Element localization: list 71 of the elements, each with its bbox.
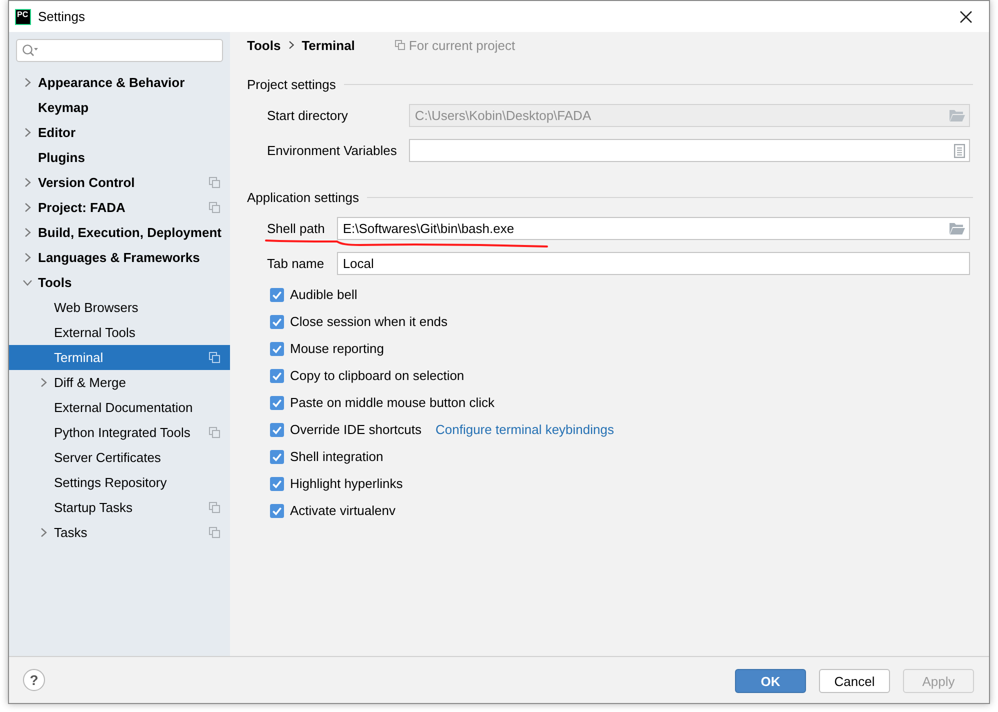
- chevron-right-icon[interactable]: [24, 203, 30, 212]
- checkbox-label[interactable]: Close session when it ends: [290, 314, 448, 329]
- chevron-right-icon[interactable]: [24, 78, 30, 87]
- chevron-down-icon[interactable]: [23, 280, 32, 286]
- text-field[interactable]: Local: [336, 252, 970, 275]
- checkbox[interactable]: [270, 314, 284, 328]
- breadcrumb-item: Tools: [247, 38, 281, 52]
- chevron-right-icon[interactable]: [40, 378, 46, 387]
- tree-item[interactable]: Appearance & Behavior: [9, 70, 230, 95]
- chevron-right-icon[interactable]: [24, 128, 30, 137]
- tree-item[interactable]: Startup Tasks: [9, 495, 230, 520]
- chevron-right-icon[interactable]: [24, 253, 30, 262]
- tree-item[interactable]: Keymap: [9, 95, 230, 120]
- field-label: Start directory: [267, 108, 349, 123]
- checkbox[interactable]: [270, 396, 284, 410]
- tree-item[interactable]: Build, Execution, Deployment: [9, 220, 230, 245]
- checkbox[interactable]: [270, 342, 284, 356]
- section-title: Application settings: [247, 190, 360, 204]
- search-icon: [22, 44, 38, 57]
- field-label: Shell path: [267, 221, 325, 236]
- tree-item[interactable]: Languages & Frameworks: [9, 245, 230, 270]
- checkbox-label[interactable]: Override IDE shortcuts: [290, 422, 422, 437]
- tree-item[interactable]: Terminal: [9, 345, 230, 370]
- close-icon[interactable]: [960, 10, 972, 22]
- checkbox-label[interactable]: Paste on middle mouse button click: [290, 395, 494, 410]
- text-field[interactable]: [408, 139, 970, 162]
- chevron-right-icon: [288, 41, 294, 49]
- breadcrumb-item: Terminal: [302, 38, 355, 52]
- tree-item[interactable]: Python Integrated Tools: [9, 420, 230, 445]
- tree-item[interactable]: Settings Repository: [9, 470, 230, 495]
- chevron-right-icon[interactable]: [40, 528, 46, 537]
- checkbox-label[interactable]: Highlight hyperlinks: [290, 476, 403, 491]
- checkbox[interactable]: [270, 288, 284, 302]
- chevron-right-icon[interactable]: [24, 178, 30, 187]
- checkbox[interactable]: [270, 368, 284, 382]
- search-field[interactable]: [16, 39, 223, 62]
- field-label: Environment Variables: [267, 143, 397, 158]
- help-button[interactable]: ?: [23, 669, 45, 691]
- scope-note: For current project: [408, 38, 516, 52]
- tree-item[interactable]: Project: FADA: [9, 195, 230, 220]
- checkbox[interactable]: [270, 450, 284, 464]
- checkbox-label[interactable]: Audible bell: [290, 287, 358, 302]
- copy-icon: [394, 40, 405, 50]
- chevron-right-icon[interactable]: [24, 228, 30, 237]
- checkbox[interactable]: [270, 422, 284, 436]
- document-icon[interactable]: [954, 144, 965, 158]
- tree-item[interactable]: Tasks: [9, 520, 230, 545]
- tree-item[interactable]: Diff & Merge: [9, 370, 230, 395]
- tree-item[interactable]: Editor: [9, 120, 230, 145]
- tree-item[interactable]: Server Certificates: [9, 445, 230, 470]
- tree-item[interactable]: Web Browsers: [9, 295, 230, 320]
- checkbox-label[interactable]: Copy to clipboard on selection: [290, 368, 464, 383]
- tree-item[interactable]: Version Control: [9, 170, 230, 195]
- checkbox-label[interactable]: Shell integration: [290, 449, 384, 464]
- primary-button[interactable]: OK: [735, 669, 806, 693]
- checkbox[interactable]: [270, 504, 284, 518]
- section-title: Project settings: [247, 76, 336, 92]
- keybindings-link[interactable]: Configure terminal keybindings: [436, 422, 614, 437]
- tree-item[interactable]: Tools: [9, 270, 230, 295]
- field-label: Tab name: [267, 256, 325, 271]
- window-title: Settings: [38, 9, 85, 24]
- folder-icon[interactable]: [949, 222, 965, 235]
- checkbox[interactable]: [270, 476, 284, 490]
- checkbox-label[interactable]: Activate virtualenv: [290, 503, 396, 518]
- app-logo: PC: [15, 8, 31, 24]
- tree-item[interactable]: External Tools: [9, 320, 230, 345]
- checkbox-label[interactable]: Mouse reporting: [290, 341, 384, 356]
- tree-item[interactable]: External Documentation: [9, 395, 230, 420]
- text-field[interactable]: E:\Softwares\Git\bin\bash.exe: [336, 217, 970, 240]
- tree-item[interactable]: Plugins: [9, 145, 230, 170]
- dialog-button[interactable]: Cancel: [819, 669, 890, 693]
